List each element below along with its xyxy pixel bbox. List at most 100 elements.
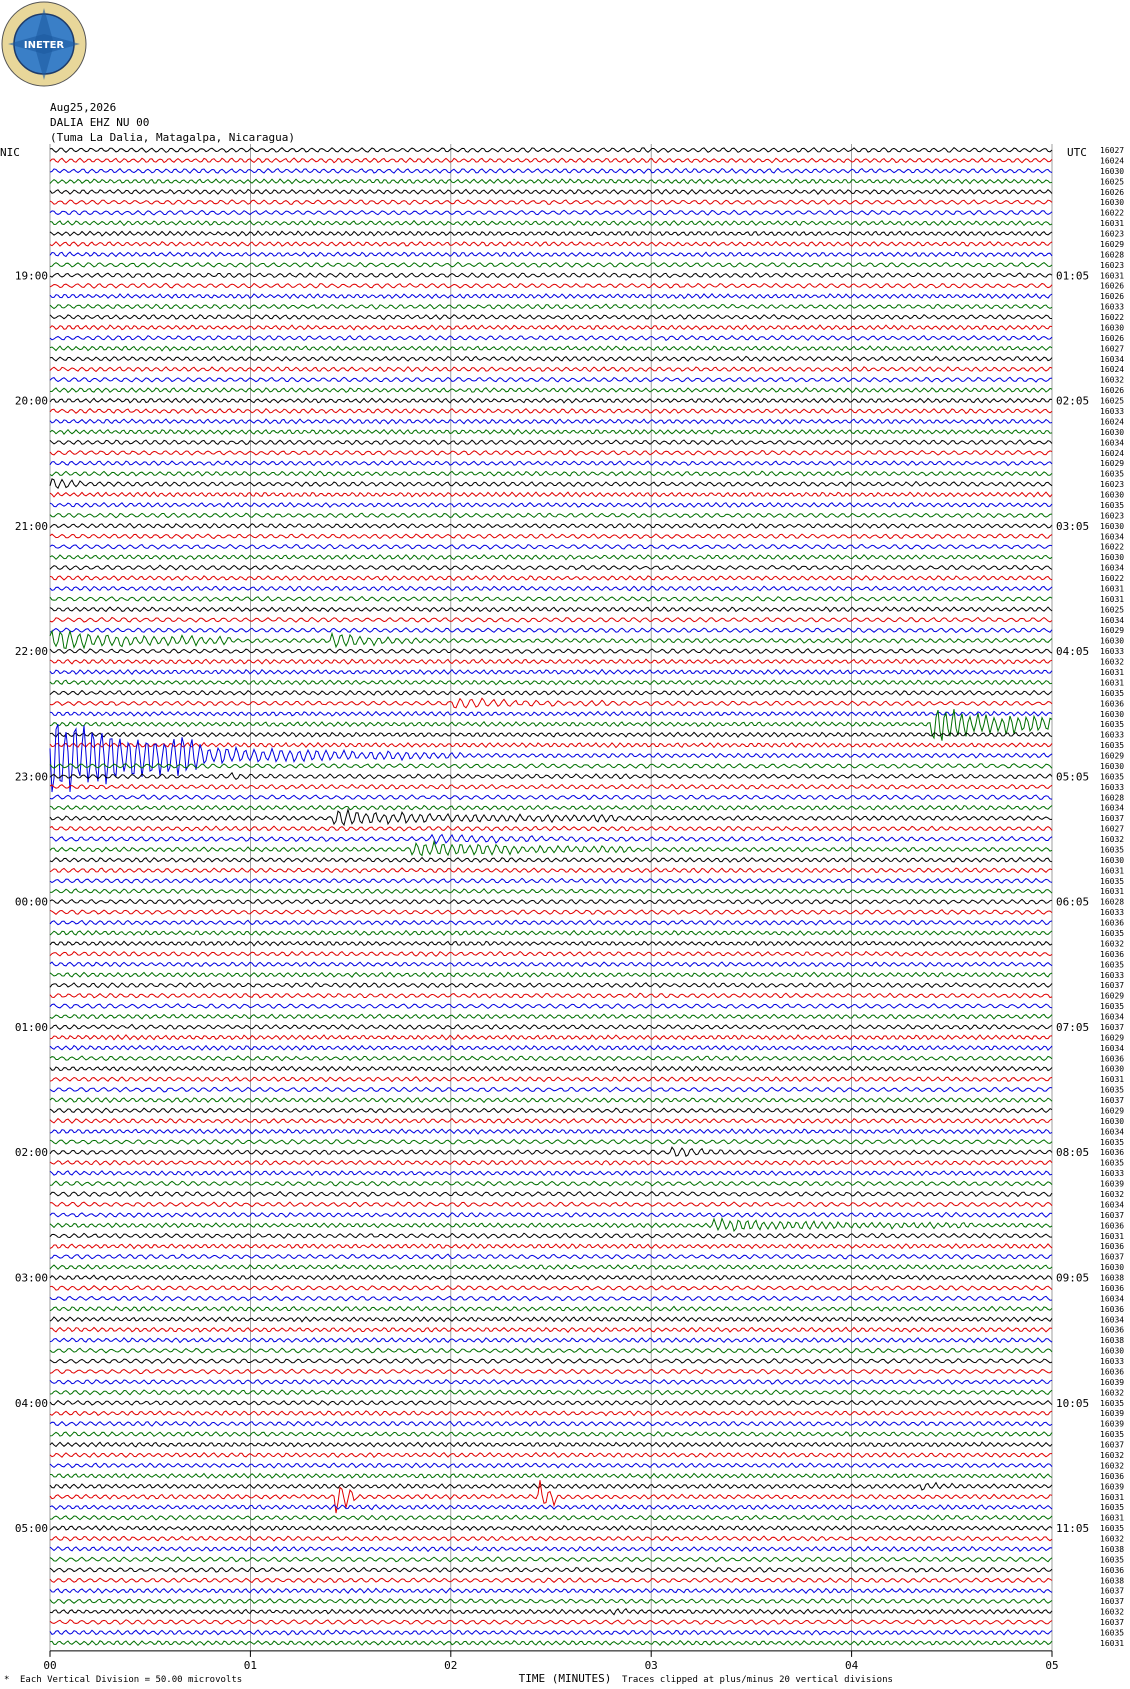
seismic-trace xyxy=(49,867,1053,874)
trace-value-label: 16026 xyxy=(1100,292,1124,301)
trace-value-label: 16038 xyxy=(1100,1336,1124,1345)
trace-value-label: 16036 xyxy=(1100,699,1124,708)
trace-value-label: 16022 xyxy=(1100,209,1124,218)
trace-value-label: 16036 xyxy=(1100,1472,1124,1481)
right-hour-label: 01:05 xyxy=(1056,269,1089,282)
ineter-logo: INETER xyxy=(1,1,87,87)
trace-value-label: 16031 xyxy=(1100,668,1124,677)
trace-value-label: 16029 xyxy=(1100,1106,1124,1115)
seismic-trace xyxy=(49,1472,1053,1479)
trace-value-label: 16027 xyxy=(1100,825,1124,834)
trace-value-label: 16026 xyxy=(1100,334,1124,343)
seismic-trace xyxy=(49,1285,1053,1291)
seismic-trace xyxy=(49,731,1053,738)
trace-value-label: 16032 xyxy=(1100,376,1124,385)
seismic-trace xyxy=(49,1357,1053,1365)
seismic-trace xyxy=(49,585,1053,592)
seismic-trace xyxy=(49,1410,1053,1417)
right-hour-label: 11:05 xyxy=(1056,1522,1089,1535)
trace-value-label: 16037 xyxy=(1100,981,1124,990)
trace-value-label: 16035 xyxy=(1100,1086,1124,1095)
trace-value-label: 16023 xyxy=(1100,230,1124,239)
right-hour-label: 04:05 xyxy=(1056,645,1089,658)
trace-value-label: 16035 xyxy=(1100,772,1124,781)
seismic-trace xyxy=(49,1013,1053,1020)
seismic-trace xyxy=(49,282,1053,289)
seismic-trace xyxy=(49,1023,1053,1030)
trace-value-label: 16030 xyxy=(1100,428,1124,437)
seismic-trace xyxy=(49,877,1053,884)
trace-value-label: 16030 xyxy=(1100,522,1124,531)
seismic-trace xyxy=(49,1044,1053,1051)
seismic-trace xyxy=(49,1399,1053,1406)
left-timezone-label: NIC xyxy=(0,146,20,159)
trace-value-label: 16034 xyxy=(1100,1044,1124,1053)
trace-value-label: 16030 xyxy=(1100,198,1124,207)
right-hour-label: 08:05 xyxy=(1056,1146,1089,1159)
trace-value-label: 16039 xyxy=(1100,1420,1124,1429)
seismic-trace xyxy=(49,1566,1053,1573)
trace-value-label: 16036 xyxy=(1100,1148,1124,1157)
seismic-trace xyxy=(49,1598,1053,1605)
trace-value-label: 16036 xyxy=(1100,1326,1124,1335)
seismic-trace xyxy=(49,961,1053,968)
trace-value-label: 16039 xyxy=(1100,1180,1124,1189)
left-hour-label: 02:00 xyxy=(15,1146,48,1159)
trace-value-labels: 1602716024160301602516026160301602216031… xyxy=(1100,146,1124,1648)
seismic-trace xyxy=(49,147,1053,153)
seismic-trace xyxy=(49,616,1053,623)
seismic-trace xyxy=(49,460,1053,467)
seismic-trace xyxy=(49,1211,1053,1218)
seismic-trace xyxy=(49,1378,1053,1385)
seismic-trace xyxy=(49,1232,1053,1239)
trace-value-label: 16034 xyxy=(1100,1127,1124,1136)
seismic-trace xyxy=(49,167,1053,175)
trace-value-label: 16031 xyxy=(1100,678,1124,687)
trace-value-label: 16037 xyxy=(1100,1587,1124,1596)
trace-value-label: 16022 xyxy=(1100,574,1124,583)
seismic-trace xyxy=(49,1514,1053,1521)
seismic-trace xyxy=(49,1545,1053,1553)
trace-value-label: 16031 xyxy=(1100,1232,1124,1241)
seismic-trace xyxy=(49,1002,1053,1010)
seismic-trace xyxy=(49,355,1053,362)
seismic-trace xyxy=(49,839,1053,857)
trace-value-label: 16023 xyxy=(1100,261,1124,270)
trace-value-label: 16037 xyxy=(1100,1441,1124,1450)
seismic-trace xyxy=(49,1431,1053,1438)
right-timezone-label: UTC xyxy=(1067,146,1087,159)
seismic-trace xyxy=(49,679,1053,686)
seismic-trace xyxy=(49,366,1053,373)
trace-value-label: 16031 xyxy=(1100,219,1124,228)
seismic-trace xyxy=(49,807,1052,827)
trace-value-label: 16036 xyxy=(1100,1054,1124,1063)
seismic-trace xyxy=(49,1146,1053,1157)
seismic-trace xyxy=(49,940,1053,947)
seismic-trace xyxy=(49,188,1053,195)
seismic-trace xyxy=(49,1639,1053,1647)
seismic-trace xyxy=(49,303,1053,310)
trace-value-label: 16032 xyxy=(1100,939,1124,948)
trace-value-label: 16024 xyxy=(1100,449,1124,458)
left-hour-label: 22:00 xyxy=(15,645,48,658)
trace-value-label: 16038 xyxy=(1100,1576,1124,1585)
trace-value-label: 16027 xyxy=(1100,146,1124,155)
seismic-trace xyxy=(49,606,1053,613)
location-label: (Tuma La Dalia, Matagalpa, Nicaragua) xyxy=(50,131,295,144)
trace-value-label: 16029 xyxy=(1100,240,1124,249)
seismic-trace xyxy=(49,376,1053,383)
seismic-trace xyxy=(49,1504,1053,1511)
seismic-trace xyxy=(49,783,1053,790)
seismic-trace xyxy=(49,1368,1053,1375)
seismic-trace xyxy=(49,1441,1053,1448)
logo-text: INETER xyxy=(24,40,65,51)
seismic-trace xyxy=(49,1462,1053,1469)
right-hour-label: 07:05 xyxy=(1056,1021,1089,1034)
seismic-trace xyxy=(49,992,1053,999)
trace-value-label: 16033 xyxy=(1100,647,1124,656)
trace-value-label: 16032 xyxy=(1100,658,1124,667)
seismic-trace xyxy=(49,157,1053,164)
seismic-trace xyxy=(49,825,1053,832)
left-hour-label: 03:00 xyxy=(15,1272,48,1285)
seismic-trace xyxy=(49,1420,1053,1427)
